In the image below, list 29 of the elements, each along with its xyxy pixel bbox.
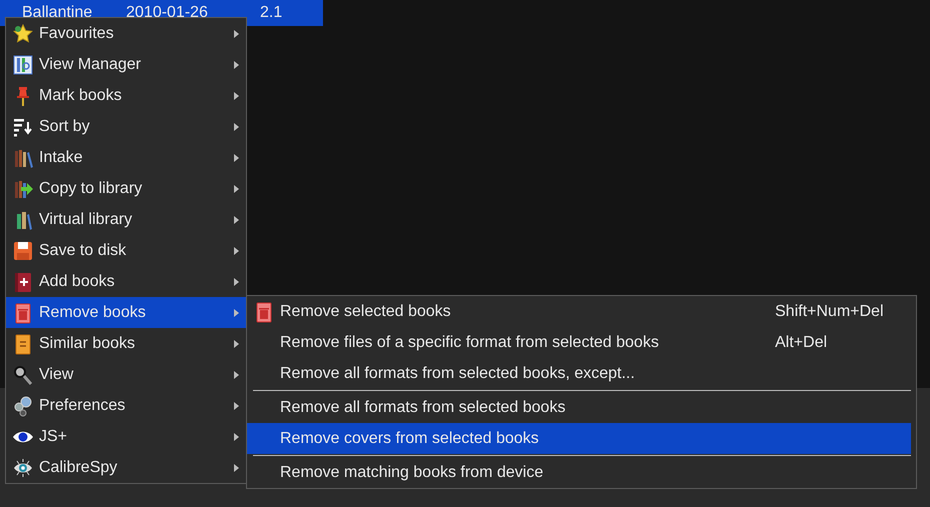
menu-item[interactable]: Remove books: [6, 297, 246, 328]
book-plus-icon: [12, 270, 34, 292]
menu-item[interactable]: JS+: [6, 421, 246, 452]
menu-item[interactable]: Preferences: [6, 390, 246, 421]
menu-item[interactable]: Remove all formats from selected books: [247, 392, 911, 423]
menu-item[interactable]: Remove all formats from selected books, except...: [247, 358, 911, 389]
menu-item[interactable]: Intake: [6, 142, 246, 173]
menu-item[interactable]: Similar books: [6, 328, 246, 359]
menu-item[interactable]: View: [6, 359, 246, 390]
magnifier-icon: [12, 364, 34, 386]
columns-icon: [12, 54, 34, 76]
menu-item[interactable]: View Manager: [6, 49, 246, 80]
star-icon: [12, 22, 34, 44]
menu-item[interactable]: Save to disk: [6, 235, 246, 266]
shortcut-label: Alt+Del: [775, 332, 828, 352]
gears-icon: [12, 394, 34, 416]
menu-item[interactable]: Remove files of a specific format from selected books Alt+Del: [247, 327, 911, 358]
menu-item[interactable]: Remove covers from selected books: [247, 423, 911, 454]
menu-item[interactable]: Virtual library: [6, 204, 246, 235]
menu-item[interactable]: Sort by: [6, 111, 246, 142]
menu-item[interactable]: Copy to library: [6, 173, 246, 204]
eye-icon: [12, 456, 34, 478]
table-cell-text: 2.1: [260, 3, 284, 23]
menu-item[interactable]: Remove matching books from device: [247, 457, 911, 488]
shortcut-label: Shift+Num+Del: [775, 302, 884, 322]
menu-item[interactable]: CalibreSpy: [6, 452, 246, 483]
menu-item[interactable]: Mark books: [6, 80, 246, 111]
menu-item[interactable]: Remove selected books Shift+Num+Del: [247, 296, 911, 327]
menu-item[interactable]: Add books: [6, 266, 246, 297]
